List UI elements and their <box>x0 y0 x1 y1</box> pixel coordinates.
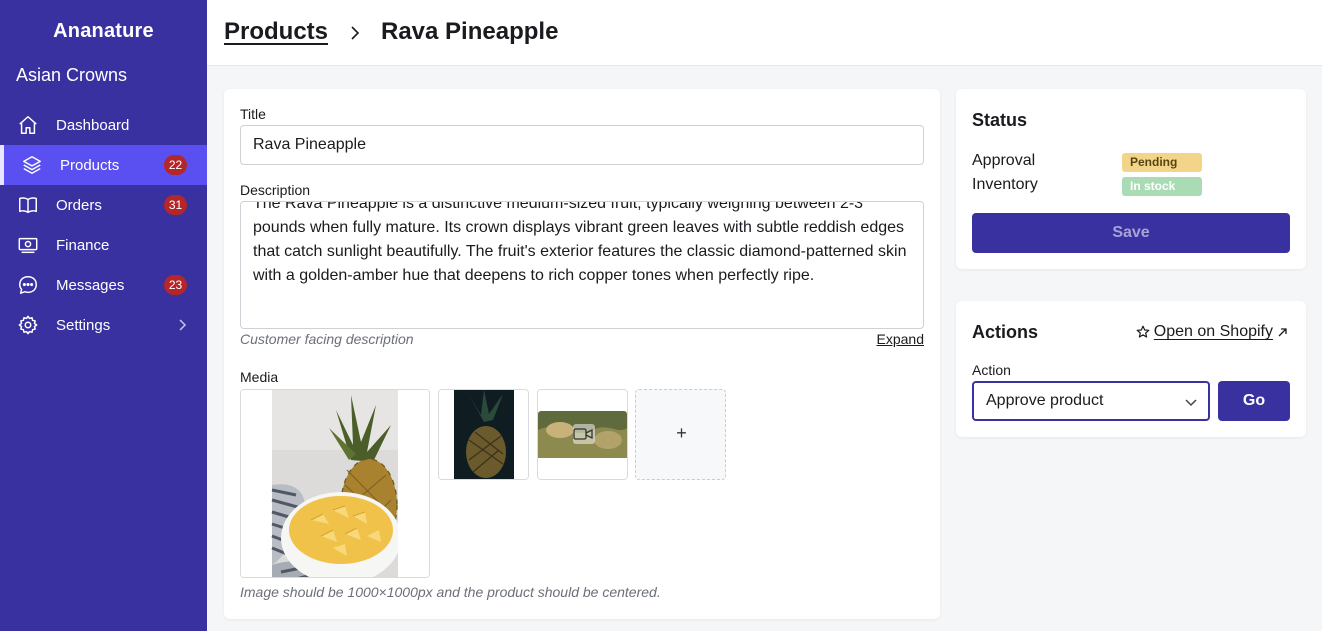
products-count-badge: 22 <box>164 155 187 175</box>
pineapple-bowl-image <box>241 390 429 577</box>
action-select-value: Approve product <box>986 392 1104 409</box>
sidebar-item-messages[interactable]: Messages 23 <box>0 265 207 305</box>
page-title: Rava Pineapple <box>381 18 559 45</box>
sidebar: Ananature Asian Crowns Dashboard Product… <box>0 0 207 631</box>
action-label: Action <box>972 362 1011 378</box>
media-tile-main-image[interactable] <box>240 389 430 578</box>
description-label: Description <box>240 182 311 198</box>
add-media-button[interactable]: + <box>635 389 726 480</box>
action-select[interactable]: Approve product <box>972 381 1210 421</box>
actions-title: Actions <box>972 322 1039 342</box>
video-icon <box>573 428 593 440</box>
sidebar-item-label: Products <box>60 156 120 174</box>
media-tile-image-2[interactable] <box>438 389 529 480</box>
save-button[interactable]: Save <box>972 213 1290 253</box>
status-title: Status <box>972 110 1028 130</box>
sidebar-item-label: Orders <box>56 196 102 214</box>
media-label: Media <box>240 369 279 385</box>
sidebar-item-orders[interactable]: Orders 31 <box>0 185 207 225</box>
inventory-label: Inventory <box>972 176 1038 193</box>
title-input[interactable] <box>240 125 924 165</box>
description-textarea[interactable]: The Rava Pineapple is a distinctive medi… <box>240 201 924 329</box>
sidebar-item-finance[interactable]: Finance <box>0 225 207 265</box>
orders-count-badge: 31 <box>164 195 187 215</box>
product-form-card: Title Description The Rava Pineapple is … <box>224 89 940 619</box>
banknote-icon <box>18 237 38 254</box>
sidebar-item-products[interactable]: Products 22 <box>0 145 207 185</box>
approval-status-badge: Pending <box>1122 153 1202 172</box>
star-icon <box>1136 325 1150 338</box>
sidebar-item-label: Dashboard <box>56 116 130 134</box>
page-header: Products Rava Pineapple <box>207 0 1322 66</box>
external-arrow-icon <box>1278 327 1287 336</box>
status-card: Status Approval Pending Inventory In sto… <box>956 89 1306 269</box>
title-label: Title <box>240 106 266 122</box>
dark-pineapple-image <box>439 390 528 479</box>
sidebar-item-label: Finance <box>56 236 110 254</box>
brand-name: Ananature <box>53 20 154 42</box>
book-icon <box>19 197 37 214</box>
go-button[interactable]: Go <box>1218 381 1290 421</box>
media-tile-video[interactable] <box>537 389 628 480</box>
description-hint: Customer facing description <box>240 331 414 347</box>
inventory-status-badge: In stock <box>1122 177 1202 196</box>
gear-icon <box>18 315 38 335</box>
sidebar-item-label: Messages <box>56 276 125 294</box>
sidebar-item-label: Settings <box>56 316 111 334</box>
home-icon <box>19 116 37 134</box>
media-hint: Image should be 1000×1000px and the prod… <box>240 584 661 600</box>
sidebar-item-dashboard[interactable]: Dashboard <box>0 105 207 145</box>
plus-icon: + <box>676 423 687 443</box>
breadcrumb-products-link[interactable]: Products <box>224 18 328 46</box>
layers-icon <box>23 156 41 174</box>
chevron-right-icon <box>351 26 360 40</box>
sidebar-item-settings[interactable]: Settings <box>0 305 207 345</box>
open-on-shopify-link[interactable]: Open on Shopify <box>1136 323 1288 341</box>
chevron-down-icon <box>1185 399 1197 407</box>
approval-label: Approval <box>972 152 1036 169</box>
description-text[interactable]: The Rava Pineapple is a distinctive medi… <box>253 202 911 288</box>
chevron-right-icon <box>179 319 187 331</box>
expand-link[interactable]: Expand <box>877 331 924 347</box>
store-name: Asian Crowns <box>16 65 128 85</box>
open-on-shopify-label[interactable]: Open on Shopify <box>1154 323 1273 341</box>
actions-card: Actions Open on Shopify Action Approve p… <box>956 301 1306 437</box>
messages-count-badge: 23 <box>164 275 187 295</box>
chat-bubble-icon <box>19 276 37 294</box>
